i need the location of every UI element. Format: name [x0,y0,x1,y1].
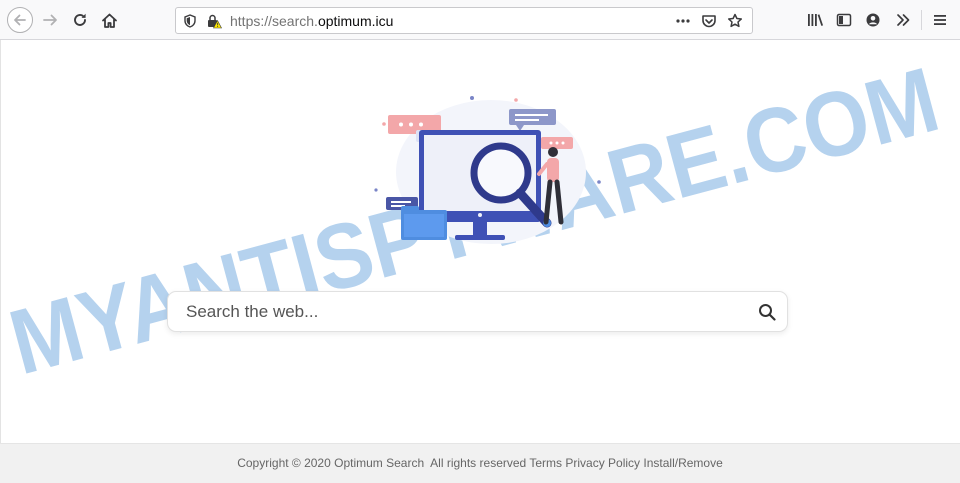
url-host: optimum.icu [317,13,394,29]
chat-bubble-small-pink [541,137,573,149]
url-scheme: https://search. [230,13,318,29]
overflow-button[interactable] [889,6,917,34]
search-button[interactable] [757,302,777,322]
search-input[interactable] [186,300,746,324]
pocket-icon [702,15,716,28]
search-box [167,291,788,332]
reload-icon [74,13,86,26]
page-actions-button[interactable] [675,13,691,29]
browser-toolbar: https://search.optimum.icu [0,0,960,40]
back-button[interactable] [6,6,34,34]
tracking-protection-button[interactable] [182,13,198,29]
library-button[interactable] [801,6,829,34]
insecure-lock-icon [208,14,222,29]
hero-illustration [374,96,601,244]
overflow-icon [897,14,910,26]
footer-rights: All rights reserved [430,456,527,470]
toolbar-separator [921,10,922,30]
menu-icon [934,15,946,25]
page-actions-icon [676,19,690,23]
back-arrow-icon [14,14,26,26]
url-bar[interactable]: https://search.optimum.icu [175,7,753,34]
footer-privacy-link[interactable]: Privacy Policy [565,456,640,470]
page-content: MYANTISPYWARE.COM [0,40,960,443]
footer-terms-link[interactable]: Terms [529,456,562,470]
sidebar-icon [836,13,852,27]
forward-arrow-icon [43,14,57,26]
sidebar-button[interactable] [830,6,858,34]
footer: Copyright © 2020 Optimum Search All righ… [0,443,960,483]
bookmark-star-icon [727,13,743,28]
reload-button[interactable] [66,6,94,34]
account-button[interactable] [859,6,887,34]
account-icon [866,13,880,27]
search-icon [759,304,776,321]
library-icon [807,14,823,26]
pocket-button[interactable] [701,13,717,29]
forward-button[interactable] [36,6,64,34]
footer-install-link[interactable]: Install/Remove [643,456,722,470]
shield-icon [184,14,196,28]
home-icon [101,13,117,28]
site-info-button[interactable] [206,13,222,29]
bookmark-button[interactable] [727,13,743,29]
footer-copyright: Copyright © 2020 Optimum Search [237,456,425,470]
home-button[interactable] [95,6,123,34]
url-text[interactable]: https://search.optimum.icu [230,13,393,29]
folder [401,206,447,240]
menu-button[interactable] [926,6,954,34]
